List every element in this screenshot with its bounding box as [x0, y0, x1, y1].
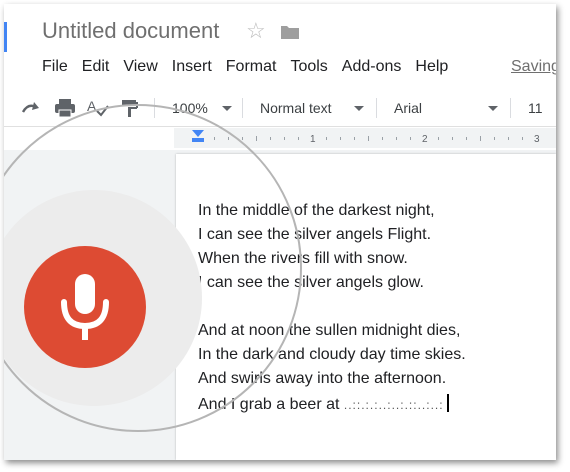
- menu-bar: File Edit View Insert Format Tools Add-ons Help: [42, 58, 462, 80]
- toolbar: A 100% Normal text Arial 11: [4, 90, 556, 127]
- doc-line[interactable]: And I grab a beer at ..::.:.:..:..:.::..…: [198, 394, 449, 414]
- ruler-mark: 3: [534, 134, 540, 145]
- font-size-value: 11: [528, 100, 543, 116]
- line-text: And swirls away into the afternoon.: [198, 370, 447, 387]
- text-cursor: [446, 394, 449, 412]
- toolbar-separator: [242, 98, 243, 118]
- doc-line[interactable]: In the dark and cloudy day time skies.: [198, 346, 466, 364]
- menu-edit[interactable]: Edit: [82, 58, 110, 76]
- ruler-mark: 1: [310, 134, 316, 145]
- document-page[interactable]: [176, 154, 556, 460]
- doc-line[interactable]: And swirls away into the afternoon.: [198, 370, 446, 388]
- line-text: In the dark and cloudy day time skies.: [198, 346, 466, 363]
- font-value: Arial: [394, 100, 423, 116]
- docs-logo-strip: [4, 22, 7, 52]
- saving-status[interactable]: Saving...: [511, 58, 556, 76]
- menu-tools[interactable]: Tools: [290, 58, 327, 76]
- microphone-icon: [61, 274, 109, 340]
- line-text: When the rivers fill with snow.: [198, 250, 408, 267]
- spellcheck-icon[interactable]: A: [86, 90, 110, 126]
- line-text: I can see the silver angels Flight.: [198, 226, 432, 243]
- document-title[interactable]: Untitled document: [42, 18, 219, 44]
- line-text: I can see the silver angels glow.: [198, 274, 424, 291]
- doc-line[interactable]: In the middle of the darkest night,: [198, 202, 435, 220]
- menu-insert[interactable]: Insert: [172, 58, 212, 76]
- line-text: And at noon the sullen midnight dies,: [198, 322, 461, 339]
- ruler-ticks: 1 2 3: [192, 130, 540, 145]
- zoom-select[interactable]: 100%: [172, 90, 208, 126]
- chevron-down-icon[interactable]: [222, 106, 232, 111]
- star-icon[interactable]: ☆: [246, 18, 266, 44]
- line-text: In the middle of the darkest night,: [198, 202, 435, 219]
- font-size-select[interactable]: 11: [528, 90, 543, 126]
- style-select[interactable]: Normal text: [260, 90, 332, 126]
- doc-line[interactable]: I can see the silver angels glow.: [198, 274, 424, 292]
- indent-marker[interactable]: [192, 130, 204, 137]
- paint-format-icon[interactable]: [120, 90, 140, 126]
- menu-help[interactable]: Help: [415, 58, 448, 76]
- font-select[interactable]: Arial: [394, 90, 422, 126]
- chevron-down-icon[interactable]: [354, 106, 364, 111]
- doc-line[interactable]: And at noon the sullen midnight dies,: [198, 322, 460, 340]
- voice-typing-button[interactable]: [24, 246, 146, 368]
- dictation-placeholder: ..::.:.:..:..:.::..:..:: [343, 398, 444, 412]
- zoom-value: 100%: [172, 100, 208, 116]
- doc-line[interactable]: When the rivers fill with snow.: [198, 250, 408, 268]
- print-icon[interactable]: [54, 90, 76, 126]
- ruler[interactable]: 1 2 3: [174, 128, 556, 148]
- style-value: Normal text: [260, 100, 332, 116]
- menu-view[interactable]: View: [123, 58, 157, 76]
- toolbar-separator: [154, 98, 155, 118]
- docs-window: Untitled document ☆ File Edit View Insert Fo…: [4, 4, 556, 460]
- menu-format[interactable]: Format: [226, 58, 277, 76]
- toolbar-separator: [376, 98, 377, 118]
- doc-line[interactable]: I can see the silver angels Flight.: [198, 226, 431, 244]
- svg-text:A: A: [87, 98, 97, 114]
- folder-icon[interactable]: [280, 24, 300, 45]
- menu-addons[interactable]: Add-ons: [342, 58, 402, 76]
- menu-file[interactable]: File: [42, 58, 68, 76]
- toolbar-separator: [510, 98, 511, 118]
- redo-icon[interactable]: [20, 90, 42, 126]
- line-text: And I grab a beer at: [198, 396, 340, 413]
- chevron-down-icon[interactable]: [488, 106, 498, 111]
- ruler-mark: 2: [422, 134, 428, 145]
- left-margin-marker[interactable]: [192, 138, 204, 142]
